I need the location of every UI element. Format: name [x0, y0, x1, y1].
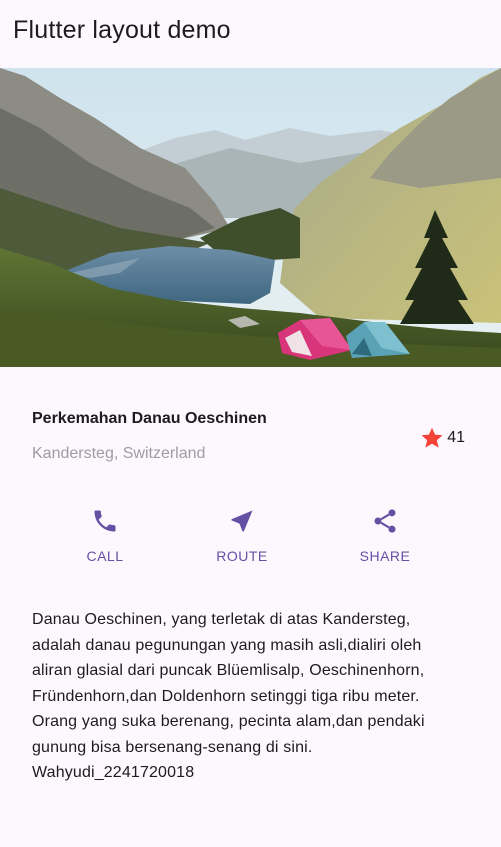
title-section: Perkemahan Danau Oeschinen Kandersteg, S…: [32, 367, 469, 495]
place-location: Kandersteg, Switzerland: [32, 445, 206, 462]
rating: 41: [419, 425, 465, 451]
app-bar-title: Flutter layout demo: [13, 16, 231, 44]
route-button-label: ROUTE: [216, 548, 268, 564]
hero-photo-illustration: [0, 68, 501, 367]
route-button[interactable]: ROUTE: [192, 505, 292, 573]
call-button[interactable]: CALL: [55, 505, 155, 573]
share-icon: [374, 509, 396, 533]
app-bar: Flutter layout demo: [0, 0, 501, 68]
hero-image: [0, 68, 501, 367]
description-text: Danau Oeschinen, yang terletak di atas K…: [32, 611, 425, 781]
star-icon: [421, 427, 443, 448]
rating-count: 41: [447, 429, 465, 446]
share-button-label: SHARE: [359, 548, 411, 564]
place-name: Perkemahan Danau Oeschinen: [32, 410, 267, 427]
share-button[interactable]: SHARE: [335, 505, 435, 573]
phone-icon: [94, 510, 116, 532]
navigation-icon: [231, 510, 253, 532]
button-section: CALL ROUTE SHARE: [0, 505, 501, 575]
call-button-label: CALL: [86, 548, 124, 564]
